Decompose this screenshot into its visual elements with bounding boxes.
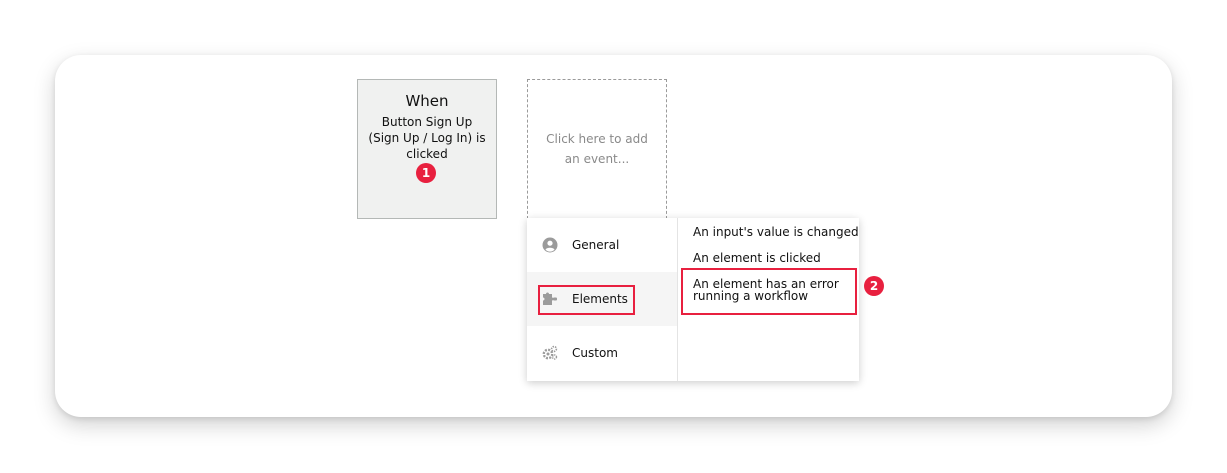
trigger-event-card[interactable]: When Button Sign Up (Sign Up / Log In) i…: [357, 79, 497, 219]
category-list: General Elements Custom: [527, 218, 678, 381]
trigger-description: Button Sign Up (Sign Up / Log In) is cli…: [368, 115, 486, 161]
add-event-text: Click here to add an event...: [546, 132, 648, 166]
gears-icon: [542, 345, 558, 361]
add-event-placeholder[interactable]: Click here to add an event...: [527, 79, 667, 219]
category-label: General: [572, 238, 620, 252]
category-elements[interactable]: Elements: [527, 272, 677, 326]
event-type-dropdown: General Elements Custom An input's value…: [527, 218, 859, 381]
trigger-title: When: [405, 92, 449, 110]
category-label: Elements: [572, 292, 628, 306]
step-badge-2: 2: [864, 276, 884, 296]
category-custom[interactable]: Custom: [527, 326, 677, 380]
event-element-clicked[interactable]: An element is clicked: [693, 252, 863, 264]
event-input-changed[interactable]: An input's value is changed: [693, 226, 863, 238]
event-element-error[interactable]: An element has an error running a workfl…: [693, 278, 843, 302]
puzzle-icon: [542, 291, 558, 307]
category-general[interactable]: General: [527, 218, 677, 272]
event-list: An input's value is changed An element i…: [678, 218, 859, 381]
step-badge-1: 1: [416, 163, 436, 183]
user-circle-icon: [542, 237, 558, 253]
category-label: Custom: [572, 346, 618, 360]
